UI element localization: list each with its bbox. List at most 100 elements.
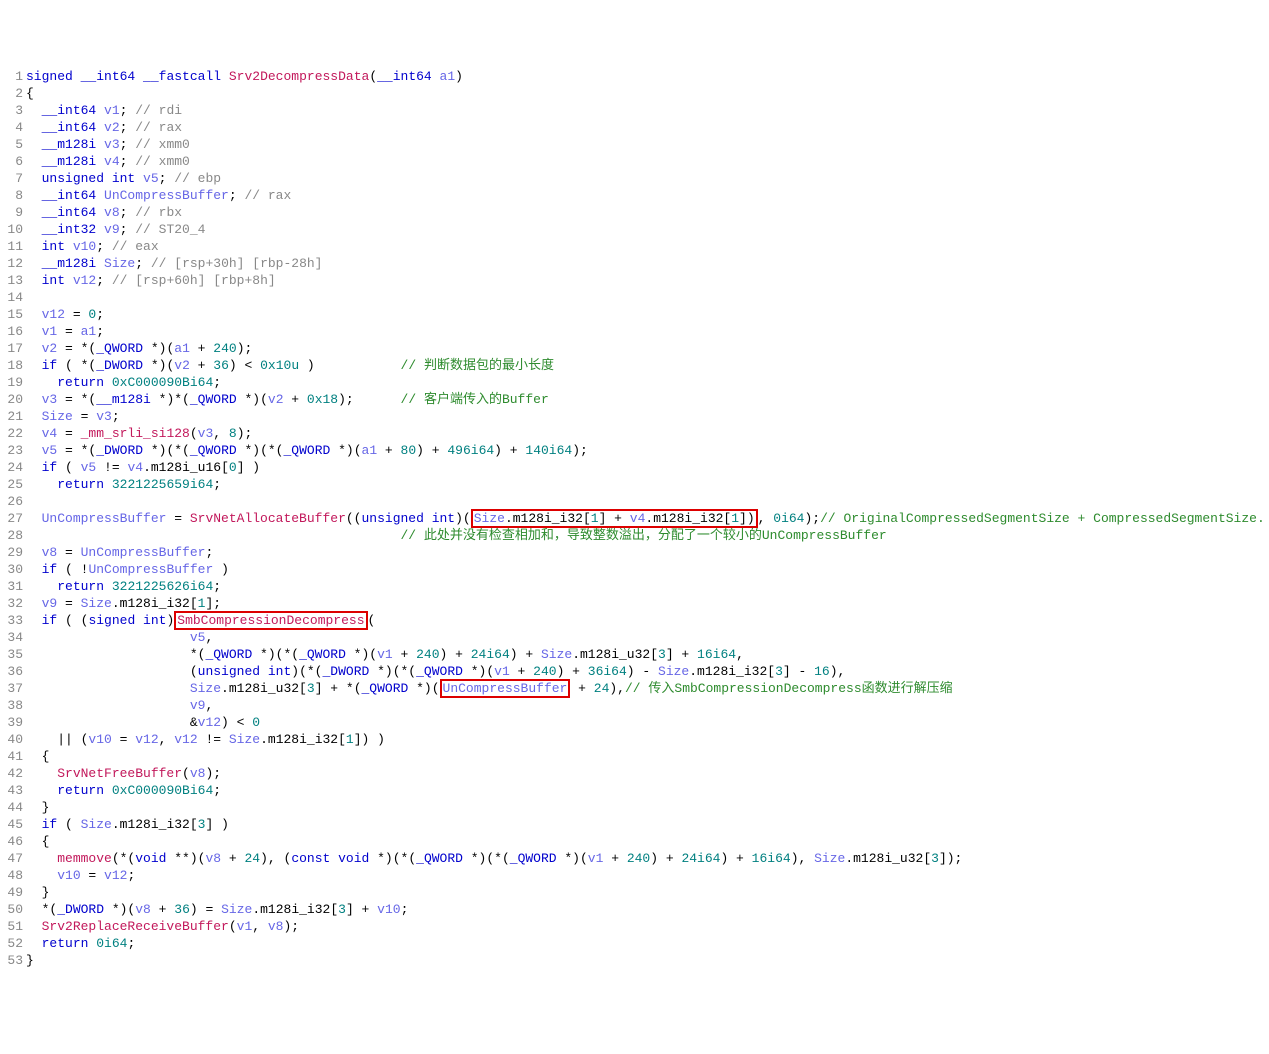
code-line[interactable]: 7 unsigned int v5; // ebp xyxy=(0,170,1269,187)
code-line[interactable]: 4 __int64 v2; // rax xyxy=(0,119,1269,136)
code-content[interactable]: return 3221225659i64; xyxy=(26,476,1269,493)
code-line[interactable]: 27 UnCompressBuffer = SrvNetAllocateBuff… xyxy=(0,510,1269,527)
code-content[interactable]: } xyxy=(26,884,1269,901)
code-line[interactable]: 19 return 0xC000090Bi64; xyxy=(0,374,1269,391)
code-content[interactable]: *(_QWORD *)(*(_QWORD *)(v1 + 240) + 24i6… xyxy=(26,646,1269,663)
code-content[interactable]: __m128i v3; // xmm0 xyxy=(26,136,1269,153)
code-line[interactable]: 20 v3 = *(__m128i *)*(_QWORD *)(v2 + 0x1… xyxy=(0,391,1269,408)
code-content[interactable]: *(_DWORD *)(v8 + 36) = Size.m128i_i32[3]… xyxy=(26,901,1269,918)
code-line[interactable]: 2{ xyxy=(0,85,1269,102)
code-line[interactable]: 33 if ( (signed int)SmbCompressionDecomp… xyxy=(0,612,1269,629)
code-content[interactable]: UnCompressBuffer = SrvNetAllocateBuffer(… xyxy=(26,510,1269,527)
code-content[interactable]: { xyxy=(26,833,1269,850)
code-line[interactable]: 17 v2 = *(_QWORD *)(a1 + 240); xyxy=(0,340,1269,357)
code-content[interactable]: } xyxy=(26,952,1269,969)
code-line[interactable]: 9 __int64 v8; // rbx xyxy=(0,204,1269,221)
code-view[interactable]: 1signed __int64 __fastcall Srv2Decompres… xyxy=(0,68,1269,969)
code-line[interactable]: 10 __int32 v9; // ST20_4 xyxy=(0,221,1269,238)
code-content[interactable]: v3 = *(__m128i *)*(_QWORD *)(v2 + 0x18);… xyxy=(26,391,1269,408)
code-content[interactable]: SrvNetFreeBuffer(v8); xyxy=(26,765,1269,782)
code-line[interactable]: 39 &v12) < 0 xyxy=(0,714,1269,731)
code-line[interactable]: 46 { xyxy=(0,833,1269,850)
code-content[interactable]: v10 = v12; xyxy=(26,867,1269,884)
code-content[interactable]: if ( v5 != v4.m128i_u16[0] ) xyxy=(26,459,1269,476)
code-content[interactable]: __m128i Size; // [rsp+30h] [rbp-28h] xyxy=(26,255,1269,272)
code-line[interactable]: 24 if ( v5 != v4.m128i_u16[0] ) xyxy=(0,459,1269,476)
code-line[interactable]: 47 memmove(*(void **)(v8 + 24), (const v… xyxy=(0,850,1269,867)
code-line[interactable]: 41 { xyxy=(0,748,1269,765)
code-line[interactable]: 14 xyxy=(0,289,1269,306)
code-line[interactable]: 12 __m128i Size; // [rsp+30h] [rbp-28h] xyxy=(0,255,1269,272)
code-line[interactable]: 50 *(_DWORD *)(v8 + 36) = Size.m128i_i32… xyxy=(0,901,1269,918)
code-content[interactable]: if ( (signed int)SmbCompressionDecompres… xyxy=(26,612,1269,629)
code-content[interactable]: __int64 v2; // rax xyxy=(26,119,1269,136)
code-line[interactable]: 11 int v10; // eax xyxy=(0,238,1269,255)
code-content[interactable]: Size = v3; xyxy=(26,408,1269,425)
code-line[interactable]: 25 return 3221225659i64; xyxy=(0,476,1269,493)
code-line[interactable]: 8 __int64 UnCompressBuffer; // rax xyxy=(0,187,1269,204)
code-line[interactable]: 21 Size = v3; xyxy=(0,408,1269,425)
code-line[interactable]: 43 return 0xC000090Bi64; xyxy=(0,782,1269,799)
code-content[interactable]: v12 = 0; xyxy=(26,306,1269,323)
code-line[interactable]: 31 return 3221225626i64; xyxy=(0,578,1269,595)
code-content[interactable]: return 3221225626i64; xyxy=(26,578,1269,595)
code-content[interactable]: return 0xC000090Bi64; xyxy=(26,374,1269,391)
code-line[interactable]: 22 v4 = _mm_srli_si128(v3, 8); xyxy=(0,425,1269,442)
code-line[interactable]: 29 v8 = UnCompressBuffer; xyxy=(0,544,1269,561)
code-content[interactable]: __int64 v8; // rbx xyxy=(26,204,1269,221)
code-line[interactable]: 38 v9, xyxy=(0,697,1269,714)
code-content[interactable]: (unsigned int)(*(_DWORD *)(*(_QWORD *)(v… xyxy=(26,663,1269,680)
code-line[interactable]: 6 __m128i v4; // xmm0 xyxy=(0,153,1269,170)
code-content[interactable]: || (v10 = v12, v12 != Size.m128i_i32[1])… xyxy=(26,731,1269,748)
code-content[interactable]: v2 = *(_QWORD *)(a1 + 240); xyxy=(26,340,1269,357)
code-line[interactable]: 28 // 此处并没有检查相加和，导致整数溢出，分配了一个较小的UnCompre… xyxy=(0,527,1269,544)
code-content[interactable]: Size.m128i_u32[3] + *(_QWORD *)(UnCompre… xyxy=(26,680,1269,697)
code-line[interactable]: 13 int v12; // [rsp+60h] [rbp+8h] xyxy=(0,272,1269,289)
code-content[interactable]: Srv2ReplaceReceiveBuffer(v1, v8); xyxy=(26,918,1269,935)
code-content[interactable]: v8 = UnCompressBuffer; xyxy=(26,544,1269,561)
code-content[interactable]: { xyxy=(26,748,1269,765)
code-line[interactable]: 35 *(_QWORD *)(*(_QWORD *)(v1 + 240) + 2… xyxy=(0,646,1269,663)
code-content[interactable]: v1 = a1; xyxy=(26,323,1269,340)
code-line[interactable]: 30 if ( !UnCompressBuffer ) xyxy=(0,561,1269,578)
code-content[interactable]: int v10; // eax xyxy=(26,238,1269,255)
code-content[interactable]: __int64 v1; // rdi xyxy=(26,102,1269,119)
code-content[interactable]: int v12; // [rsp+60h] [rbp+8h] xyxy=(26,272,1269,289)
code-content[interactable]: v9 = Size.m128i_i32[1]; xyxy=(26,595,1269,612)
code-content[interactable]: memmove(*(void **)(v8 + 24), (const void… xyxy=(26,850,1269,867)
code-content[interactable] xyxy=(26,493,1269,510)
code-line[interactable]: 3 __int64 v1; // rdi xyxy=(0,102,1269,119)
code-content[interactable] xyxy=(26,289,1269,306)
code-content[interactable]: // 此处并没有检查相加和，导致整数溢出，分配了一个较小的UnCompressB… xyxy=(26,527,1269,544)
code-line[interactable]: 51 Srv2ReplaceReceiveBuffer(v1, v8); xyxy=(0,918,1269,935)
code-line[interactable]: 44 } xyxy=(0,799,1269,816)
code-content[interactable]: } xyxy=(26,799,1269,816)
code-content[interactable]: return 0i64; xyxy=(26,935,1269,952)
code-line[interactable]: 52 return 0i64; xyxy=(0,935,1269,952)
code-line[interactable]: 32 v9 = Size.m128i_i32[1]; xyxy=(0,595,1269,612)
code-content[interactable]: __int64 UnCompressBuffer; // rax xyxy=(26,187,1269,204)
code-content[interactable]: if ( *(_DWORD *)(v2 + 36) < 0x10u ) // 判… xyxy=(26,357,1269,374)
code-line[interactable]: 26 xyxy=(0,493,1269,510)
code-content[interactable]: v4 = _mm_srli_si128(v3, 8); xyxy=(26,425,1269,442)
code-content[interactable]: return 0xC000090Bi64; xyxy=(26,782,1269,799)
code-line[interactable]: 53} xyxy=(0,952,1269,969)
code-content[interactable]: if ( Size.m128i_i32[3] ) xyxy=(26,816,1269,833)
code-line[interactable]: 49 } xyxy=(0,884,1269,901)
code-line[interactable]: 18 if ( *(_DWORD *)(v2 + 36) < 0x10u ) /… xyxy=(0,357,1269,374)
code-content[interactable]: signed __int64 __fastcall Srv2Decompress… xyxy=(26,68,1269,85)
code-line[interactable]: 34 v5, xyxy=(0,629,1269,646)
code-line[interactable]: 5 __m128i v3; // xmm0 xyxy=(0,136,1269,153)
code-line[interactable]: 45 if ( Size.m128i_i32[3] ) xyxy=(0,816,1269,833)
code-line[interactable]: 36 (unsigned int)(*(_DWORD *)(*(_QWORD *… xyxy=(0,663,1269,680)
code-line[interactable]: 40 || (v10 = v12, v12 != Size.m128i_i32[… xyxy=(0,731,1269,748)
code-content[interactable]: v5, xyxy=(26,629,1269,646)
code-content[interactable]: unsigned int v5; // ebp xyxy=(26,170,1269,187)
code-content[interactable]: &v12) < 0 xyxy=(26,714,1269,731)
code-line[interactable]: 16 v1 = a1; xyxy=(0,323,1269,340)
code-content[interactable]: if ( !UnCompressBuffer ) xyxy=(26,561,1269,578)
code-content[interactable]: v5 = *(_DWORD *)(*(_QWORD *)(*(_QWORD *)… xyxy=(26,442,1269,459)
code-content[interactable]: { xyxy=(26,85,1269,102)
code-line[interactable]: 15 v12 = 0; xyxy=(0,306,1269,323)
code-line[interactable]: 42 SrvNetFreeBuffer(v8); xyxy=(0,765,1269,782)
